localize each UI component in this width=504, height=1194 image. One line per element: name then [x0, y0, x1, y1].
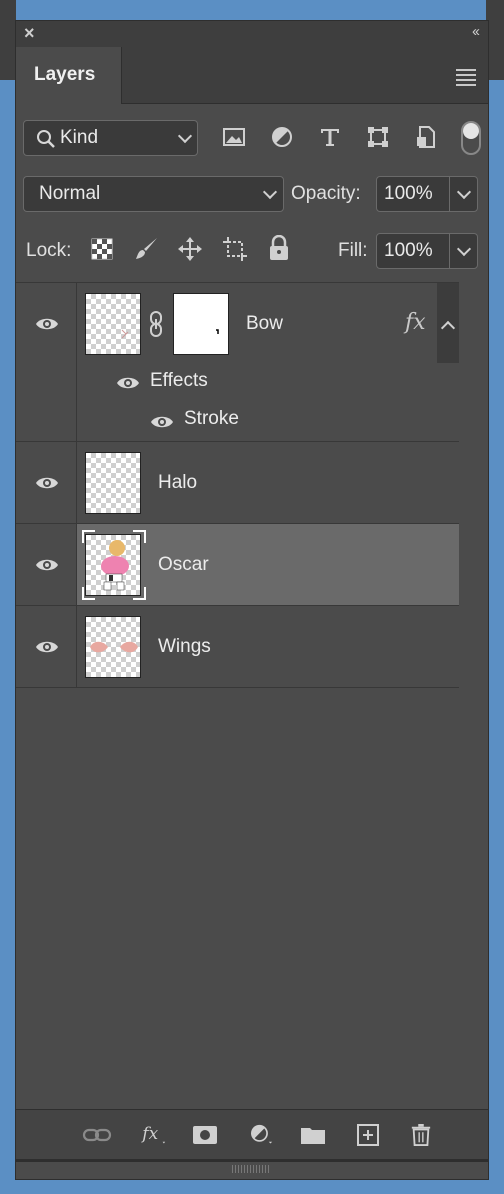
fill-divider: [449, 234, 450, 268]
adjustment-filter-icon[interactable]: [270, 125, 294, 149]
chevron-down-icon[interactable]: [456, 184, 472, 200]
layer-name: Halo: [158, 472, 198, 493]
bottom-toolbar: fx: [16, 1109, 488, 1160]
collapse-icon[interactable]: ‹‹: [472, 23, 480, 40]
kind-filter-label: Kind: [60, 127, 99, 148]
wings-thumbnail-image: [90, 641, 138, 653]
effects-eye-icon[interactable]: [116, 375, 140, 391]
layer-name: Wings: [158, 636, 211, 657]
delete-layer-icon[interactable]: [410, 1124, 432, 1146]
add-style-icon[interactable]: fx: [140, 1124, 170, 1146]
selection-brackets: [82, 530, 146, 600]
fill-value: 100%: [384, 240, 433, 261]
opacity-label: Opacity:: [291, 183, 361, 204]
new-layer-icon[interactable]: [356, 1124, 380, 1146]
visibility-eye-icon[interactable]: [35, 557, 59, 573]
tab-layers-label: Layers: [34, 64, 96, 85]
layer-effects-icon[interactable]: fx: [405, 310, 426, 335]
mask-thumbnail-image: [216, 329, 219, 334]
visibility-eye-icon[interactable]: [35, 316, 59, 332]
tab-layers[interactable]: Layers: [16, 47, 122, 104]
panel-menu-icon[interactable]: [456, 69, 476, 89]
layer-thumbnail[interactable]: [85, 452, 141, 514]
lock-paint-icon[interactable]: [134, 236, 160, 262]
tab-row: Layers: [16, 47, 488, 104]
lock-transparent-icon[interactable]: [91, 238, 113, 260]
chevron-down-icon[interactable]: [456, 241, 472, 257]
type-filter-icon[interactable]: [318, 125, 342, 149]
blend-mode-value: Normal: [39, 183, 101, 204]
opacity-divider: [449, 177, 450, 211]
fill-field[interactable]: 100%: [376, 233, 478, 269]
toggle-knob: [463, 123, 479, 139]
effect-item-stroke[interactable]: Stroke: [184, 408, 239, 430]
add-mask-icon[interactable]: [192, 1124, 218, 1146]
background-window-edge-left: [0, 0, 16, 80]
panel-titlebar: × ‹‹: [16, 21, 488, 47]
blend-mode-dropdown[interactable]: Normal: [23, 176, 284, 212]
panel-bottom-edge: [16, 1159, 488, 1162]
effects-label: Effects: [150, 370, 208, 391]
layer-row-oscar[interactable]: Oscar: [16, 524, 459, 606]
close-icon[interactable]: ×: [24, 24, 35, 42]
visibility-eye-icon[interactable]: [35, 639, 59, 655]
layer-thumbnail[interactable]: [85, 293, 141, 355]
layer-row-wings[interactable]: Wings: [16, 606, 459, 688]
mask-link-icon[interactable]: [148, 310, 164, 338]
layer-thumbnail[interactable]: [85, 616, 141, 678]
smart-object-filter-icon[interactable]: [414, 125, 438, 149]
opacity-field[interactable]: 100%: [376, 176, 478, 212]
layer-name: Oscar: [158, 554, 209, 575]
stroke-eye-icon[interactable]: [150, 414, 174, 430]
image-filter-icon[interactable]: [222, 125, 246, 149]
kind-filter-dropdown[interactable]: Kind: [23, 120, 198, 156]
lock-label: Lock:: [26, 240, 72, 261]
lock-artboard-icon[interactable]: [222, 236, 248, 262]
layer-row-bow[interactable]: Bow fx Effects Stroke: [16, 283, 459, 442]
visibility-eye-icon[interactable]: [35, 475, 59, 491]
shape-filter-icon[interactable]: [366, 125, 390, 149]
link-layers-icon[interactable]: [82, 1124, 112, 1146]
lock-position-icon[interactable]: [177, 236, 203, 262]
resize-grip[interactable]: [232, 1165, 270, 1173]
new-group-icon[interactable]: [300, 1124, 326, 1146]
layer-mask-thumbnail[interactable]: [173, 293, 229, 355]
bow-thumbnail-image: [121, 329, 129, 339]
lock-all-icon[interactable]: [268, 235, 290, 261]
layers-panel: × ‹‹ Layers Kind Normal Opacity: 100% Lo…: [15, 20, 489, 1180]
chevron-down-icon: [177, 128, 193, 144]
layer-name: Bow: [246, 313, 283, 334]
new-adjustment-icon[interactable]: [248, 1124, 276, 1146]
fill-label: Fill:: [338, 240, 368, 261]
filter-toggle[interactable]: [461, 121, 481, 155]
layer-row-halo[interactable]: Halo: [16, 442, 459, 524]
eye-column: [16, 283, 77, 441]
chevron-down-icon: [262, 184, 278, 200]
search-icon: [37, 130, 55, 148]
opacity-value: 100%: [384, 183, 433, 204]
svg-text:fx: fx: [140, 1124, 158, 1143]
